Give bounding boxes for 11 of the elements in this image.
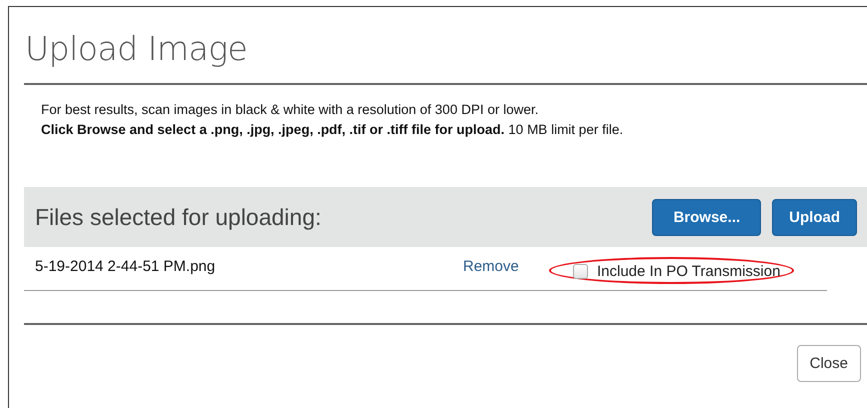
files-header-label: Files selected for uploading:	[35, 204, 322, 230]
file-name: 5-19-2014 2-44-51 PM.png	[35, 258, 216, 274]
instruction-text: For best results, scan images in black & white with a resolution of 300 DPI or lower.	[41, 101, 540, 119]
instruction-text: Click Browse and select a .png, .jpg, .jpeg, .pdf, .tif or .tiff file for upload. 10 MB limit per file.	[41, 121, 624, 139]
dialog-title: Upload Image	[24, 28, 248, 70]
upload-button[interactable]: Upload	[772, 198, 857, 236]
checkbox-label: Include In PO Transmission	[597, 263, 780, 280]
browse-button[interactable]: Browse...	[652, 198, 762, 236]
close-button[interactable]: Close	[796, 345, 861, 382]
checkbox[interactable]	[573, 264, 588, 279]
remove-link[interactable]: Remove	[463, 258, 549, 274]
